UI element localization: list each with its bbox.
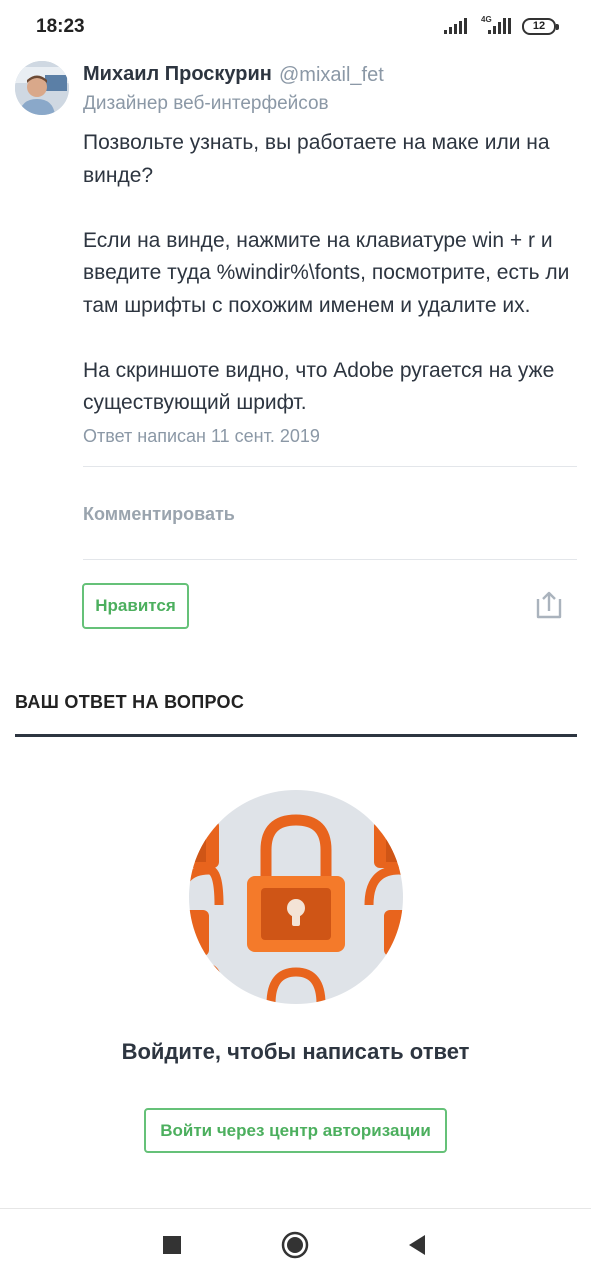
- answer-date: Ответ написан 11 сент. 2019: [83, 426, 320, 446]
- comment-link[interactable]: Комментировать: [83, 504, 235, 525]
- author-avatar[interactable]: [15, 61, 69, 115]
- signal-icon: [444, 18, 467, 34]
- divider: [83, 559, 577, 560]
- status-bar: 18:23 4G 12: [0, 0, 591, 52]
- home-button[interactable]: [275, 1225, 315, 1265]
- back-button[interactable]: [397, 1225, 437, 1265]
- signal-4g-icon: [488, 18, 511, 34]
- back-triangle-icon: [409, 1235, 425, 1255]
- login-button[interactable]: Войти через центр авторизации: [144, 1108, 447, 1153]
- author-name[interactable]: Михаил Проскурин: [83, 63, 272, 86]
- answer-paragraph: Позвольте узнать, вы работаете на маке и…: [83, 131, 550, 187]
- answer-text: Позвольте узнать, вы работаете на маке и…: [83, 127, 573, 420]
- author-role: Дизайнер веб-интерфейсов: [83, 93, 329, 114]
- answer-paragraph: На скриншоте видно, что Adobe ругается н…: [83, 358, 555, 415]
- like-button[interactable]: Нравится: [82, 583, 189, 629]
- divider: [83, 466, 577, 467]
- answer-paragraph: Если на винде, нажмите на клавиатуре win…: [83, 228, 570, 317]
- section-divider: [15, 734, 577, 737]
- home-circle-icon: [281, 1231, 309, 1259]
- author-handle[interactable]: @mixail_fet: [279, 64, 384, 87]
- lock-icon: [189, 790, 403, 1004]
- battery-icon: 12: [522, 18, 559, 35]
- share-icon[interactable]: [534, 589, 564, 621]
- recent-apps-button[interactable]: [152, 1225, 192, 1265]
- section-title: ВАШ ОТВЕТ НА ВОПРОС: [15, 692, 245, 712]
- status-time: 18:23: [36, 16, 85, 37]
- login-prompt: Войдите, чтобы написать ответ: [121, 1039, 470, 1064]
- navigation-bar: [0, 1208, 591, 1280]
- square-icon: [163, 1236, 181, 1254]
- avatar-photo: [15, 61, 69, 115]
